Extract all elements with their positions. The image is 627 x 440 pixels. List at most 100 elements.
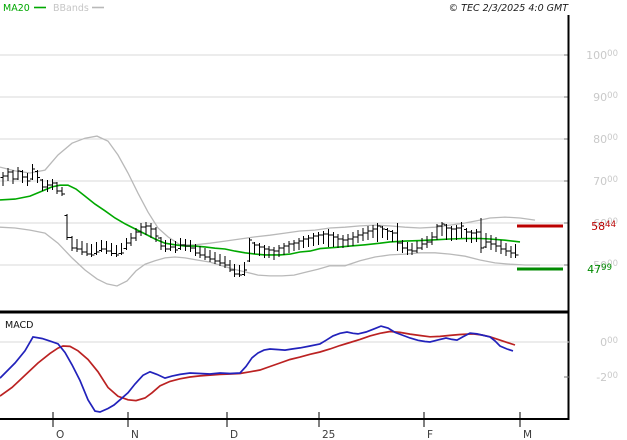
ohlc-bar xyxy=(123,238,129,250)
ohlc-bar xyxy=(320,230,327,244)
ohlc-bar xyxy=(89,244,95,258)
ohlc-bar xyxy=(281,243,287,255)
macd-axis-label: 000 xyxy=(600,336,618,349)
ohlc-bar xyxy=(345,233,351,247)
ohlc-bar xyxy=(370,225,376,239)
ohlc-bar xyxy=(384,228,391,240)
ohlc-bar xyxy=(113,244,119,258)
ohlc-bar xyxy=(84,243,90,257)
ohlc-bar xyxy=(389,230,396,242)
ohlc-bar xyxy=(59,186,65,197)
ohlc-bar xyxy=(286,241,292,253)
ohlc-bar xyxy=(118,243,124,255)
macd-axis-label: -200 xyxy=(596,371,618,384)
ohlc-bar xyxy=(404,241,410,255)
ohlc-bar xyxy=(296,238,302,250)
ma20-line xyxy=(0,184,521,256)
price-axis-label: 9000 xyxy=(593,91,618,104)
price-axis-label: 8000 xyxy=(593,133,618,146)
ohlc-bar xyxy=(0,172,6,187)
ohlc-bar xyxy=(266,246,272,258)
ohlc-bar xyxy=(503,243,509,257)
ohlc-bar xyxy=(429,231,435,245)
ohlc-bar xyxy=(335,233,341,249)
ma20-legend-label: MA20 xyxy=(3,3,30,14)
ohlc-bar xyxy=(108,243,115,257)
ohlc-bar xyxy=(434,223,440,240)
axes-layer xyxy=(0,15,570,427)
month-label: N xyxy=(131,429,139,440)
ohlc-bar xyxy=(483,233,489,249)
ohlc-bar xyxy=(158,236,164,250)
ohlc-bar xyxy=(128,233,134,247)
ohlc-bar xyxy=(513,244,519,258)
ohlc-bar xyxy=(453,225,460,240)
level-lines-layer xyxy=(517,224,563,271)
support-label: 4799 xyxy=(587,263,612,276)
ohlc-bar xyxy=(508,246,514,258)
axis-labels-layer: 100009000800070006000500058444799O N D 25 F M… xyxy=(56,49,618,440)
ohlc-bar xyxy=(69,236,75,252)
ohlc-bar xyxy=(463,228,470,242)
ohlc-bar xyxy=(498,239,504,255)
ohlc-bar xyxy=(488,235,494,250)
ohlc-bar xyxy=(163,239,169,252)
stock-chart-window: 10000 9000 8000 7000 6000 5000 5844 4799 O N D 25 F M… xyxy=(0,0,627,440)
ohlc-bar xyxy=(355,230,361,244)
ohlc-bar xyxy=(458,222,465,239)
ohlc-bar xyxy=(74,238,80,252)
ohlc-bar xyxy=(473,228,479,242)
ohlc-bar xyxy=(212,251,218,265)
ohlc-bar xyxy=(232,264,238,278)
ohlc-bar xyxy=(360,228,366,242)
ohlc-bar xyxy=(350,231,356,247)
ohlc-bar xyxy=(468,230,474,244)
macd-main-line xyxy=(0,325,514,413)
ohlc-bar xyxy=(197,246,203,258)
ohlc-bar xyxy=(291,239,297,252)
ohlc-bar xyxy=(202,248,208,260)
ohlc-bar xyxy=(79,241,85,255)
resistance-label: 5844 xyxy=(591,220,616,233)
price-axis-label: 7000 xyxy=(593,175,618,188)
ohlc-bar xyxy=(306,235,312,247)
month-label: O xyxy=(56,429,64,440)
bollinger-lower-band xyxy=(0,226,540,287)
ohlc-bar xyxy=(246,238,253,263)
panel-separator xyxy=(0,310,569,314)
ohlc-bar xyxy=(261,244,267,258)
ohlc-bar xyxy=(10,170,16,184)
stock-chart: 100009000800070006000500058444799O N D 25 F M… xyxy=(0,3,618,440)
ohlc-bar xyxy=(380,225,386,239)
ohlc-bar xyxy=(330,231,336,247)
ohlc-bar xyxy=(99,239,105,252)
ohlc-bar xyxy=(207,249,213,263)
ohlc-bar xyxy=(365,225,371,240)
month-label: D xyxy=(230,429,238,440)
ohlc-bar xyxy=(15,167,21,181)
ohlc-bar xyxy=(325,228,331,247)
macd-panel-label: MACD xyxy=(5,320,33,331)
macd-layer xyxy=(0,325,569,413)
ohlc-bar xyxy=(64,214,70,240)
ohlc-bar xyxy=(94,241,100,255)
ohlc-bar xyxy=(424,236,430,249)
ma20-line-layer xyxy=(0,184,521,256)
ohlc-bar xyxy=(310,233,317,247)
ohlc-bar xyxy=(138,223,144,237)
month-label: M xyxy=(523,429,532,440)
ohlc-bar xyxy=(227,259,233,273)
ohlc-bar xyxy=(414,241,420,253)
ohlc-bar xyxy=(54,181,60,195)
ohlc-bar xyxy=(241,262,248,276)
ohlc-bar xyxy=(251,241,258,255)
ohlc-bar xyxy=(25,173,31,187)
month-label: F xyxy=(427,429,433,440)
month-label: 25 xyxy=(322,429,335,440)
bollinger-bands-layer xyxy=(0,135,540,287)
ohlc-bar xyxy=(271,246,277,260)
ohlc-bar xyxy=(439,222,445,237)
ohlc-bar xyxy=(301,236,307,249)
price-axis-label: 10000 xyxy=(586,49,618,62)
ohlc-bar xyxy=(103,241,110,255)
